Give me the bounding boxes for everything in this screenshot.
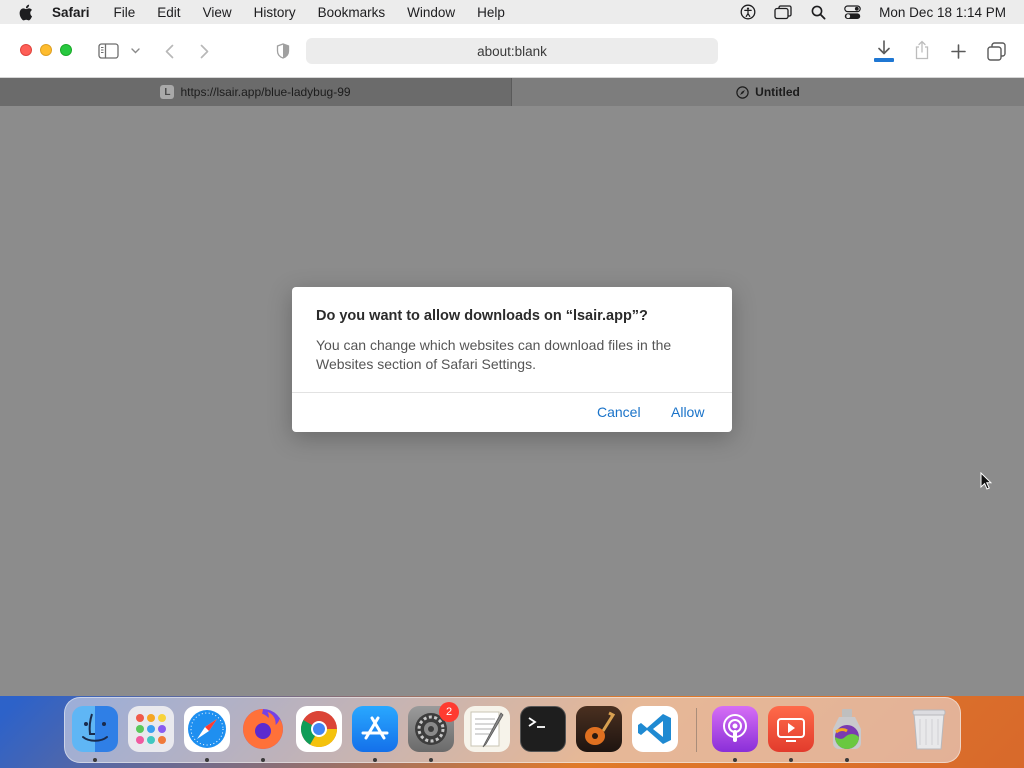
garageband-icon[interactable] [576,706,622,752]
share-button[interactable] [912,38,932,62]
control-center-icon[interactable] [844,4,861,20]
sidebar-toggle-icon[interactable] [96,41,120,61]
menu-help[interactable]: Help [477,5,505,20]
textedit-icon[interactable] [464,706,510,752]
running-indicator [93,758,97,762]
menu-window[interactable]: Window [407,5,455,20]
launchpad-icon[interactable] [128,706,174,752]
dock [64,697,961,763]
menu-edit[interactable]: Edit [157,5,180,20]
running-indicator [373,758,377,762]
cancel-button[interactable]: Cancel [597,404,641,420]
address-text: about:blank [477,43,547,59]
minimize-window-button[interactable] [40,44,52,56]
running-indicator [789,758,793,762]
running-indicator [733,758,737,762]
dialog-title: Do you want to allow downloads on “lsair… [316,308,648,324]
dialog-divider [292,392,732,393]
address-bar[interactable]: about:blank [306,38,718,64]
safari-toolbar: about:blank [0,24,1024,78]
spotlight-search-icon[interactable] [811,5,826,20]
tab-label: Untitled [755,85,800,99]
chevron-down-icon[interactable] [128,43,142,59]
dialog-message: You can change which websites can downlo… [316,337,672,372]
menu-view[interactable]: View [203,5,232,20]
tab-lsair[interactable]: L https://lsair.app/blue-ladybug-99 [0,78,512,106]
trash-icon[interactable] [906,706,952,752]
forward-button[interactable] [195,41,213,61]
screen-recorder-icon[interactable] [768,706,814,752]
new-tab-button[interactable] [948,41,968,61]
dock-separator [696,708,697,752]
finder-icon[interactable] [72,706,118,752]
privacy-shield-icon[interactable] [273,41,293,61]
app-store-icon[interactable] [352,706,398,752]
tab-bar: L https://lsair.app/blue-ladybug-99 Unti… [0,78,1024,106]
menubar-clock[interactable]: Mon Dec 18 1:14 PM [879,5,1006,20]
back-button[interactable] [160,41,178,61]
running-indicator [205,758,209,762]
compass-icon [736,85,749,99]
downloads-button[interactable] [873,38,895,64]
download-permission-dialog: Do you want to allow downloads on “lsair… [292,287,732,432]
safari-icon[interactable] [184,706,230,752]
terminal-icon[interactable] [520,706,566,752]
close-window-button[interactable] [20,44,32,56]
podcasts-icon[interactable] [712,706,758,752]
menu-bookmarks[interactable]: Bookmarks [318,5,386,20]
menu-history[interactable]: History [254,5,296,20]
chrome-icon[interactable] [296,706,342,752]
running-indicator [261,758,265,762]
vscode-icon[interactable] [632,706,678,752]
apple-menu-icon[interactable] [18,4,38,21]
maximize-window-button[interactable] [60,44,72,56]
menu-bar: Safari File Edit View History Bookmarks … [0,0,1024,24]
tab-label: https://lsair.app/blue-ladybug-99 [180,85,351,99]
accessibility-icon[interactable] [740,4,756,20]
running-indicator [429,758,433,762]
mouse-cursor-icon [980,471,993,495]
menu-safari[interactable]: Safari [52,5,90,20]
menu-file[interactable]: File [114,5,136,20]
running-indicator [845,758,849,762]
tab-favicon: L [160,85,175,99]
monterey-installer-icon[interactable] [824,706,870,752]
tab-overview-button[interactable] [985,40,1007,62]
firefox-icon[interactable] [240,706,286,752]
allow-button[interactable]: Allow [671,404,704,420]
screen-mirroring-icon[interactable] [774,4,793,20]
tab-untitled[interactable]: Untitled [512,78,1024,106]
notification-badge: 2 [439,702,459,722]
